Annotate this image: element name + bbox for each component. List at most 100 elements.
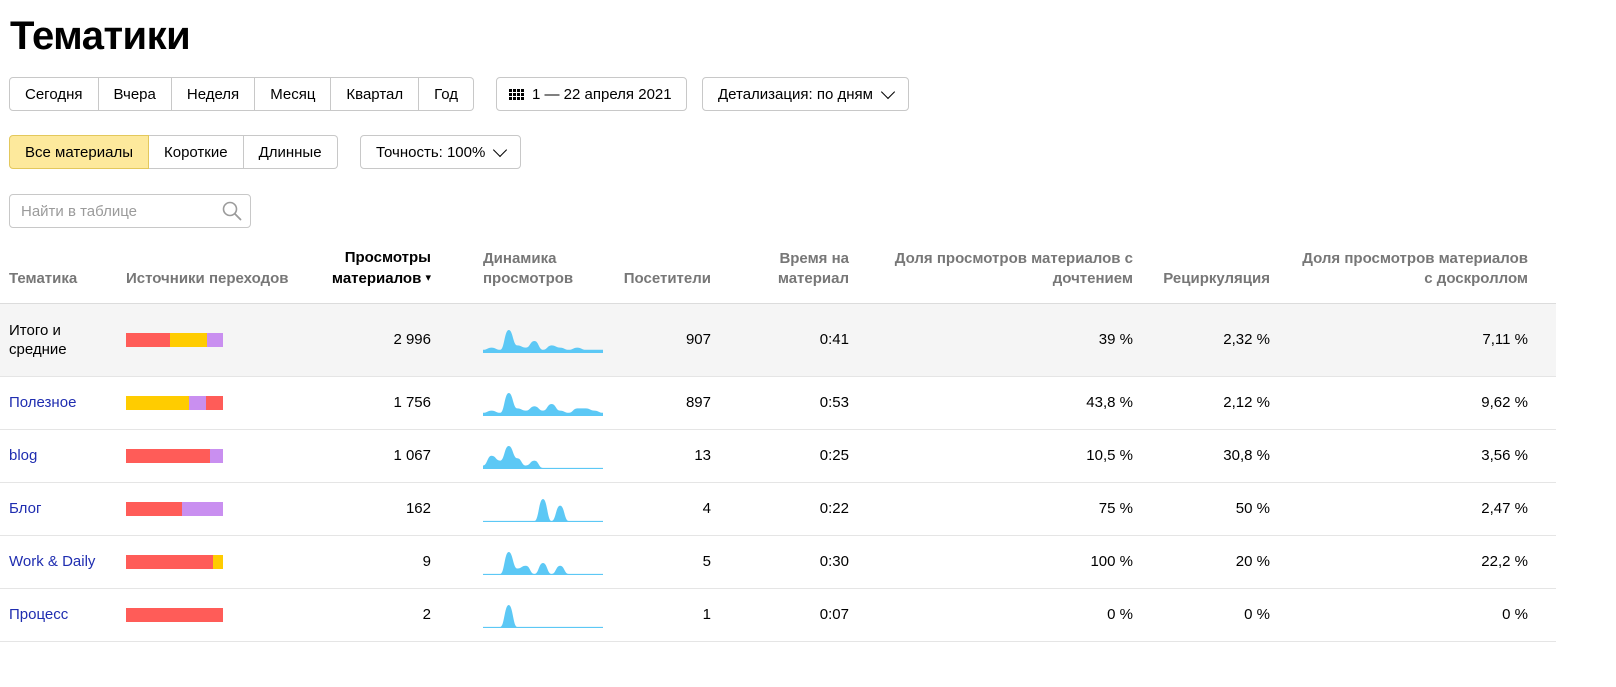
- sparkline-cell: [459, 588, 603, 642]
- topic-name: Итого и средние: [0, 303, 126, 377]
- sources-cell: [126, 303, 311, 377]
- period-week-button[interactable]: Неделя: [171, 77, 256, 111]
- sources-bar[interactable]: [126, 448, 223, 463]
- source-segment: [182, 501, 223, 516]
- sources-bar[interactable]: [126, 554, 223, 569]
- time-value: 0:07: [739, 588, 877, 642]
- col-views-label: Просмотры материалов: [331, 248, 431, 287]
- sparkline: [483, 392, 603, 416]
- table-row: Блог 162 4 0:22 75 % 50 % 2,47 %: [0, 482, 1556, 536]
- scroll-share-value: 7,11 %: [1298, 303, 1556, 377]
- sources-bar[interactable]: [126, 607, 223, 622]
- topic-name[interactable]: Процесс: [0, 588, 126, 642]
- sparkline-area: [483, 445, 603, 468]
- views-value: 2: [311, 588, 459, 642]
- col-topic-header[interactable]: Тематика: [0, 242, 126, 304]
- materials-long-button[interactable]: Длинные: [243, 135, 338, 169]
- source-segment: [206, 332, 223, 347]
- detail-dropdown[interactable]: Детализация: по дням: [702, 77, 909, 111]
- col-dynamics-header: Динамика просмотров: [459, 242, 603, 304]
- col-visitors-header[interactable]: Посетители: [603, 242, 739, 304]
- read-share-value: 39 %: [877, 303, 1161, 377]
- materials-all-button[interactable]: Все материалы: [9, 135, 149, 169]
- materials-short-button[interactable]: Короткие: [148, 135, 244, 169]
- topic-name[interactable]: blog: [0, 429, 126, 483]
- visitors-value: 5: [603, 535, 739, 589]
- source-segment: [213, 554, 223, 569]
- sort-desc-icon: ▾: [425, 271, 431, 284]
- topic-name[interactable]: Полезное: [0, 376, 126, 430]
- topics-table: Тематика Источники переходов Просмотры м…: [0, 242, 1556, 642]
- chevron-down-icon: [493, 142, 508, 157]
- topic-name[interactable]: Блог: [0, 482, 126, 536]
- sparkline-cell: [459, 376, 603, 430]
- sources-cell: [126, 376, 311, 430]
- materials-selector: Все материалы Короткие Длинные: [9, 135, 338, 169]
- sparkline-cell: [459, 303, 603, 377]
- period-yesterday-button[interactable]: Вчера: [98, 77, 172, 111]
- table-total-row: Итого и средние 2 996 907 0:41 39 % 2,32 % 7,1…: [0, 303, 1556, 377]
- read-share-value: 0 %: [877, 588, 1161, 642]
- topic-name[interactable]: Work & Daily: [0, 535, 126, 589]
- period-year-button[interactable]: Год: [419, 77, 475, 111]
- col-scroll-share-header[interactable]: Доля просмотров материалов с доскроллом: [1298, 242, 1556, 304]
- scroll-share-value: 3,56 %: [1298, 429, 1556, 483]
- col-views-header[interactable]: Просмотры материалов ▾: [311, 242, 459, 304]
- sparkline-cell: [459, 535, 603, 589]
- time-value: 0:53: [739, 376, 877, 430]
- source-segment: [126, 395, 190, 410]
- table-row: Work & Daily 9 5 0:30 100 % 20 % 22,2 %: [0, 535, 1556, 589]
- date-range-label: 1 — 22 апреля 2021: [532, 85, 672, 103]
- col-time-header[interactable]: Время на материал: [739, 242, 877, 304]
- time-value: 0:41: [739, 303, 877, 377]
- recirculation-value: 2,32 %: [1161, 303, 1298, 377]
- accuracy-dropdown[interactable]: Точность: 100%: [360, 135, 522, 169]
- sources-bar[interactable]: [126, 332, 223, 347]
- visitors-value: 13: [603, 429, 739, 483]
- period-selector: Сегодня Вчера Неделя Месяц Квартал Год: [9, 77, 475, 111]
- sparkline-cell: [459, 429, 603, 483]
- sparkline: [483, 498, 603, 522]
- recirculation-value: 30,8 %: [1161, 429, 1298, 483]
- period-month-button[interactable]: Месяц: [255, 77, 332, 111]
- source-segment: [205, 395, 223, 410]
- col-read-share-header[interactable]: Доля просмотров материалов с дочтением: [877, 242, 1161, 304]
- period-today-button[interactable]: Сегодня: [9, 77, 99, 111]
- visitors-value: 4: [603, 482, 739, 536]
- sources-cell: [126, 482, 311, 536]
- time-value: 0:22: [739, 482, 877, 536]
- period-quarter-button[interactable]: Квартал: [331, 77, 420, 111]
- col-sources-header[interactable]: Источники переходов: [126, 242, 311, 304]
- recirculation-value: 2,12 %: [1161, 376, 1298, 430]
- sources-bar[interactable]: [126, 395, 223, 410]
- col-recirculation-header[interactable]: Рециркуляция: [1161, 242, 1298, 304]
- recirculation-value: 50 %: [1161, 482, 1298, 536]
- calendar-icon: [509, 88, 524, 100]
- views-value: 9: [311, 535, 459, 589]
- table-search: [9, 194, 251, 228]
- views-value: 162: [311, 482, 459, 536]
- scroll-share-value: 2,47 %: [1298, 482, 1556, 536]
- scroll-share-value: 0 %: [1298, 588, 1556, 642]
- page: Тематики Сегодня Вчера Неделя Месяц Квар…: [0, 0, 1616, 687]
- source-segment: [126, 448, 211, 463]
- table-row: Процесс 2 1 0:07 0 % 0 % 0 %: [0, 588, 1556, 642]
- source-segment: [126, 332, 170, 347]
- sparkline: [483, 445, 603, 469]
- sources-cell: [126, 535, 311, 589]
- source-segment: [126, 501, 183, 516]
- search-icon[interactable]: [222, 201, 242, 226]
- sources-bar[interactable]: [126, 501, 223, 516]
- views-value: 1 067: [311, 429, 459, 483]
- accuracy-label: Точность: 100%: [376, 143, 486, 161]
- source-segment: [126, 607, 223, 622]
- sparkline-area: [483, 604, 603, 627]
- time-value: 0:25: [739, 429, 877, 483]
- visitors-value: 907: [603, 303, 739, 377]
- search-input[interactable]: [19, 201, 223, 221]
- detail-label: Детализация: по дням: [718, 85, 873, 103]
- page-title: Тематики: [10, 14, 191, 58]
- source-segment: [126, 554, 214, 569]
- date-range-button[interactable]: 1 — 22 апреля 2021: [496, 77, 687, 111]
- visitors-value: 1: [603, 588, 739, 642]
